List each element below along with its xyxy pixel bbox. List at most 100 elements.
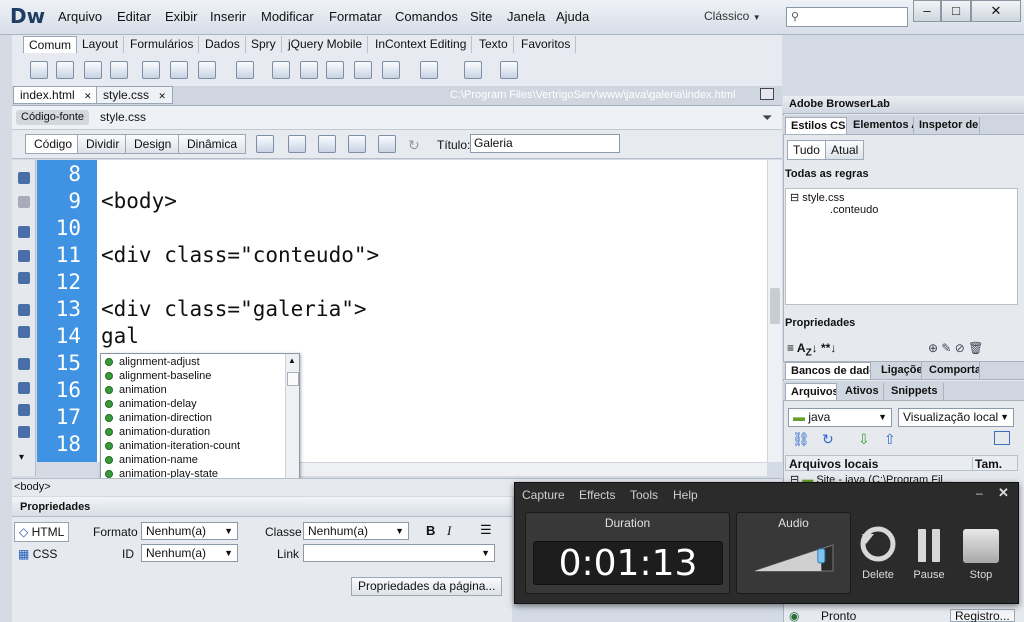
rule-file[interactable]: ⊟ style.css — [790, 191, 844, 204]
filter-icon[interactable]: ⏷ — [762, 110, 772, 126]
date-icon[interactable] — [300, 61, 318, 79]
insert-tab-spry[interactable]: Spry — [246, 36, 282, 53]
show-category-icon[interactable]: ≡ AZ↓ **↓ — [787, 341, 836, 358]
atual-button[interactable]: Atual — [825, 140, 865, 160]
restore-icon[interactable] — [760, 88, 774, 100]
page-title-input[interactable]: Galeria — [470, 134, 620, 153]
link-input[interactable]: ▼ — [303, 544, 495, 562]
page-properties-button[interactable]: Propriedades da página... — [351, 577, 503, 596]
delete-button[interactable]: Delete — [853, 569, 903, 581]
tab-elementos-ap[interactable]: Elementos AP — [848, 117, 914, 134]
head-icon[interactable] — [382, 61, 400, 79]
media-icon[interactable] — [236, 61, 254, 79]
id-select[interactable]: Nenhum(a) ▼ — [141, 544, 238, 562]
stop-button[interactable]: Stop — [956, 569, 1006, 581]
templates-icon[interactable] — [464, 61, 482, 79]
browserlab-header[interactable]: Adobe BrowserLab — [783, 96, 1024, 114]
scroll-thumb[interactable] — [770, 288, 780, 324]
menu-janela[interactable]: Janela — [507, 9, 545, 24]
code-hint-item[interactable]: animation-iteration-count — [105, 439, 240, 453]
code-line[interactable]: <div class="conteudo"> — [101, 243, 379, 267]
menu-modificar[interactable]: Modificar — [261, 9, 314, 24]
code-hint-item[interactable]: alignment-baseline — [105, 369, 211, 383]
insert-tab-favoritos[interactable]: Favoritos — [516, 36, 577, 53]
menu-site[interactable]: Site — [470, 9, 492, 24]
tab-arquivos[interactable]: Arquivos — [785, 383, 837, 400]
minimize-button[interactable]: – — [913, 0, 941, 22]
italic-button[interactable]: I — [447, 523, 451, 539]
insert-tab-comum[interactable]: Comum — [23, 36, 78, 53]
div-tag-icon[interactable] — [170, 61, 188, 79]
collapse-tag-icon[interactable] — [18, 226, 30, 238]
expand-all-icon[interactable] — [18, 272, 30, 284]
multiscreen-icon[interactable] — [256, 135, 274, 153]
refresh-icon[interactable]: ↻ — [822, 431, 834, 448]
check-browser-icon[interactable] — [378, 135, 396, 153]
menu-comandos[interactable]: Comandos — [395, 9, 458, 24]
widget-icon[interactable] — [272, 61, 290, 79]
menu-editar[interactable]: Editar — [117, 9, 151, 24]
bold-button[interactable]: B — [426, 523, 435, 538]
code-hint-item[interactable]: animation-duration — [105, 425, 210, 439]
balance-braces-icon[interactable] — [18, 326, 30, 338]
menu-exibir[interactable]: Exibir — [165, 9, 198, 24]
table-icon[interactable] — [142, 61, 160, 79]
capture-menu-effects[interactable]: Effects — [579, 488, 615, 502]
word-wrap-icon[interactable] — [18, 404, 30, 416]
tab-comportamentos[interactable]: Comportam — [924, 362, 980, 379]
line-numbers-icon[interactable] — [18, 358, 30, 370]
code-hint-item[interactable]: animation-direction — [105, 411, 212, 425]
menu-arquivo[interactable]: Arquivo — [58, 9, 102, 24]
comment-icon[interactable] — [354, 61, 372, 79]
related-file-style[interactable]: style.css — [100, 110, 146, 124]
unordered-list-icon[interactable]: ☰ — [480, 522, 492, 538]
capture-menu-capture[interactable]: Capture — [522, 488, 565, 502]
hyperlink-icon[interactable] — [30, 61, 48, 79]
tag-selector-body[interactable]: <body> — [14, 481, 51, 493]
design-view-button[interactable]: Design — [125, 134, 181, 154]
minimize-icon[interactable]: – — [976, 486, 983, 500]
expand-icon[interactable] — [994, 431, 1010, 445]
close-icon[interactable]: ✕ — [998, 485, 1009, 501]
code-view-button[interactable]: Código — [25, 134, 82, 154]
refresh-icon[interactable]: ↻ — [408, 137, 420, 154]
close-icon[interactable]: ✕ — [158, 91, 166, 101]
code-hint-item[interactable]: animation-name — [105, 453, 198, 467]
insert-tab-texto[interactable]: Texto — [474, 36, 514, 53]
workspace-switcher[interactable]: Clássico ▼ — [704, 9, 761, 23]
horizontal-scrollbar[interactable] — [300, 462, 767, 476]
highlight-invalid-icon[interactable] — [18, 382, 30, 394]
syntax-coloring-icon[interactable] — [18, 426, 30, 438]
tag-chooser-icon[interactable] — [500, 61, 518, 79]
code-hint-item[interactable]: alignment-adjust — [105, 355, 200, 369]
formato-select[interactable]: Nenhum(a) ▼ — [141, 522, 238, 540]
code-hint-scrollbar[interactable]: ▲ ▼ — [285, 354, 299, 492]
script-icon[interactable] — [420, 61, 438, 79]
insert-tab-incontext[interactable]: InContext Editing — [370, 36, 473, 53]
capture-menu-help[interactable]: Help — [673, 488, 698, 502]
pause-button[interactable]: Pause — [904, 569, 954, 581]
live-view-button[interactable]: Dinâmica — [178, 134, 247, 154]
css-mode-button[interactable]: ▦ CSS — [18, 547, 57, 561]
show-code-navigator-icon[interactable] — [18, 196, 30, 208]
split-view-button[interactable]: Dividir — [77, 134, 129, 154]
code-hint-item[interactable]: animation — [105, 383, 167, 397]
tab-ativos[interactable]: Ativos — [840, 383, 884, 400]
maximize-button[interactable]: □ — [941, 0, 971, 22]
tab-ligacoes[interactable]: Ligações — [876, 362, 922, 379]
tudo-button[interactable]: Tudo — [787, 140, 826, 160]
chevron-down-icon[interactable]: ▾ — [19, 452, 24, 463]
site-select[interactable]: ▬ java ▼ — [788, 408, 892, 427]
scroll-thumb[interactable] — [287, 372, 299, 386]
get-files-icon[interactable]: ⇩ — [858, 431, 870, 448]
chevron-up-icon[interactable]: ▲ — [288, 356, 296, 365]
local-files-col[interactable]: Arquivos locais — [789, 457, 878, 471]
insert-tab-dados[interactable]: Dados — [200, 36, 246, 53]
file-management-icon[interactable] — [318, 135, 336, 153]
log-button[interactable]: Registro... — [950, 609, 1015, 622]
delete-icon[interactable] — [860, 526, 896, 562]
menu-inserir[interactable]: Inserir — [210, 9, 246, 24]
tab-inspetor[interactable]: Inspetor de t — [914, 117, 980, 134]
tab-bancos-de-dados[interactable]: Bancos de dados — [785, 362, 871, 379]
tab-snippets[interactable]: Snippets — [886, 383, 944, 400]
